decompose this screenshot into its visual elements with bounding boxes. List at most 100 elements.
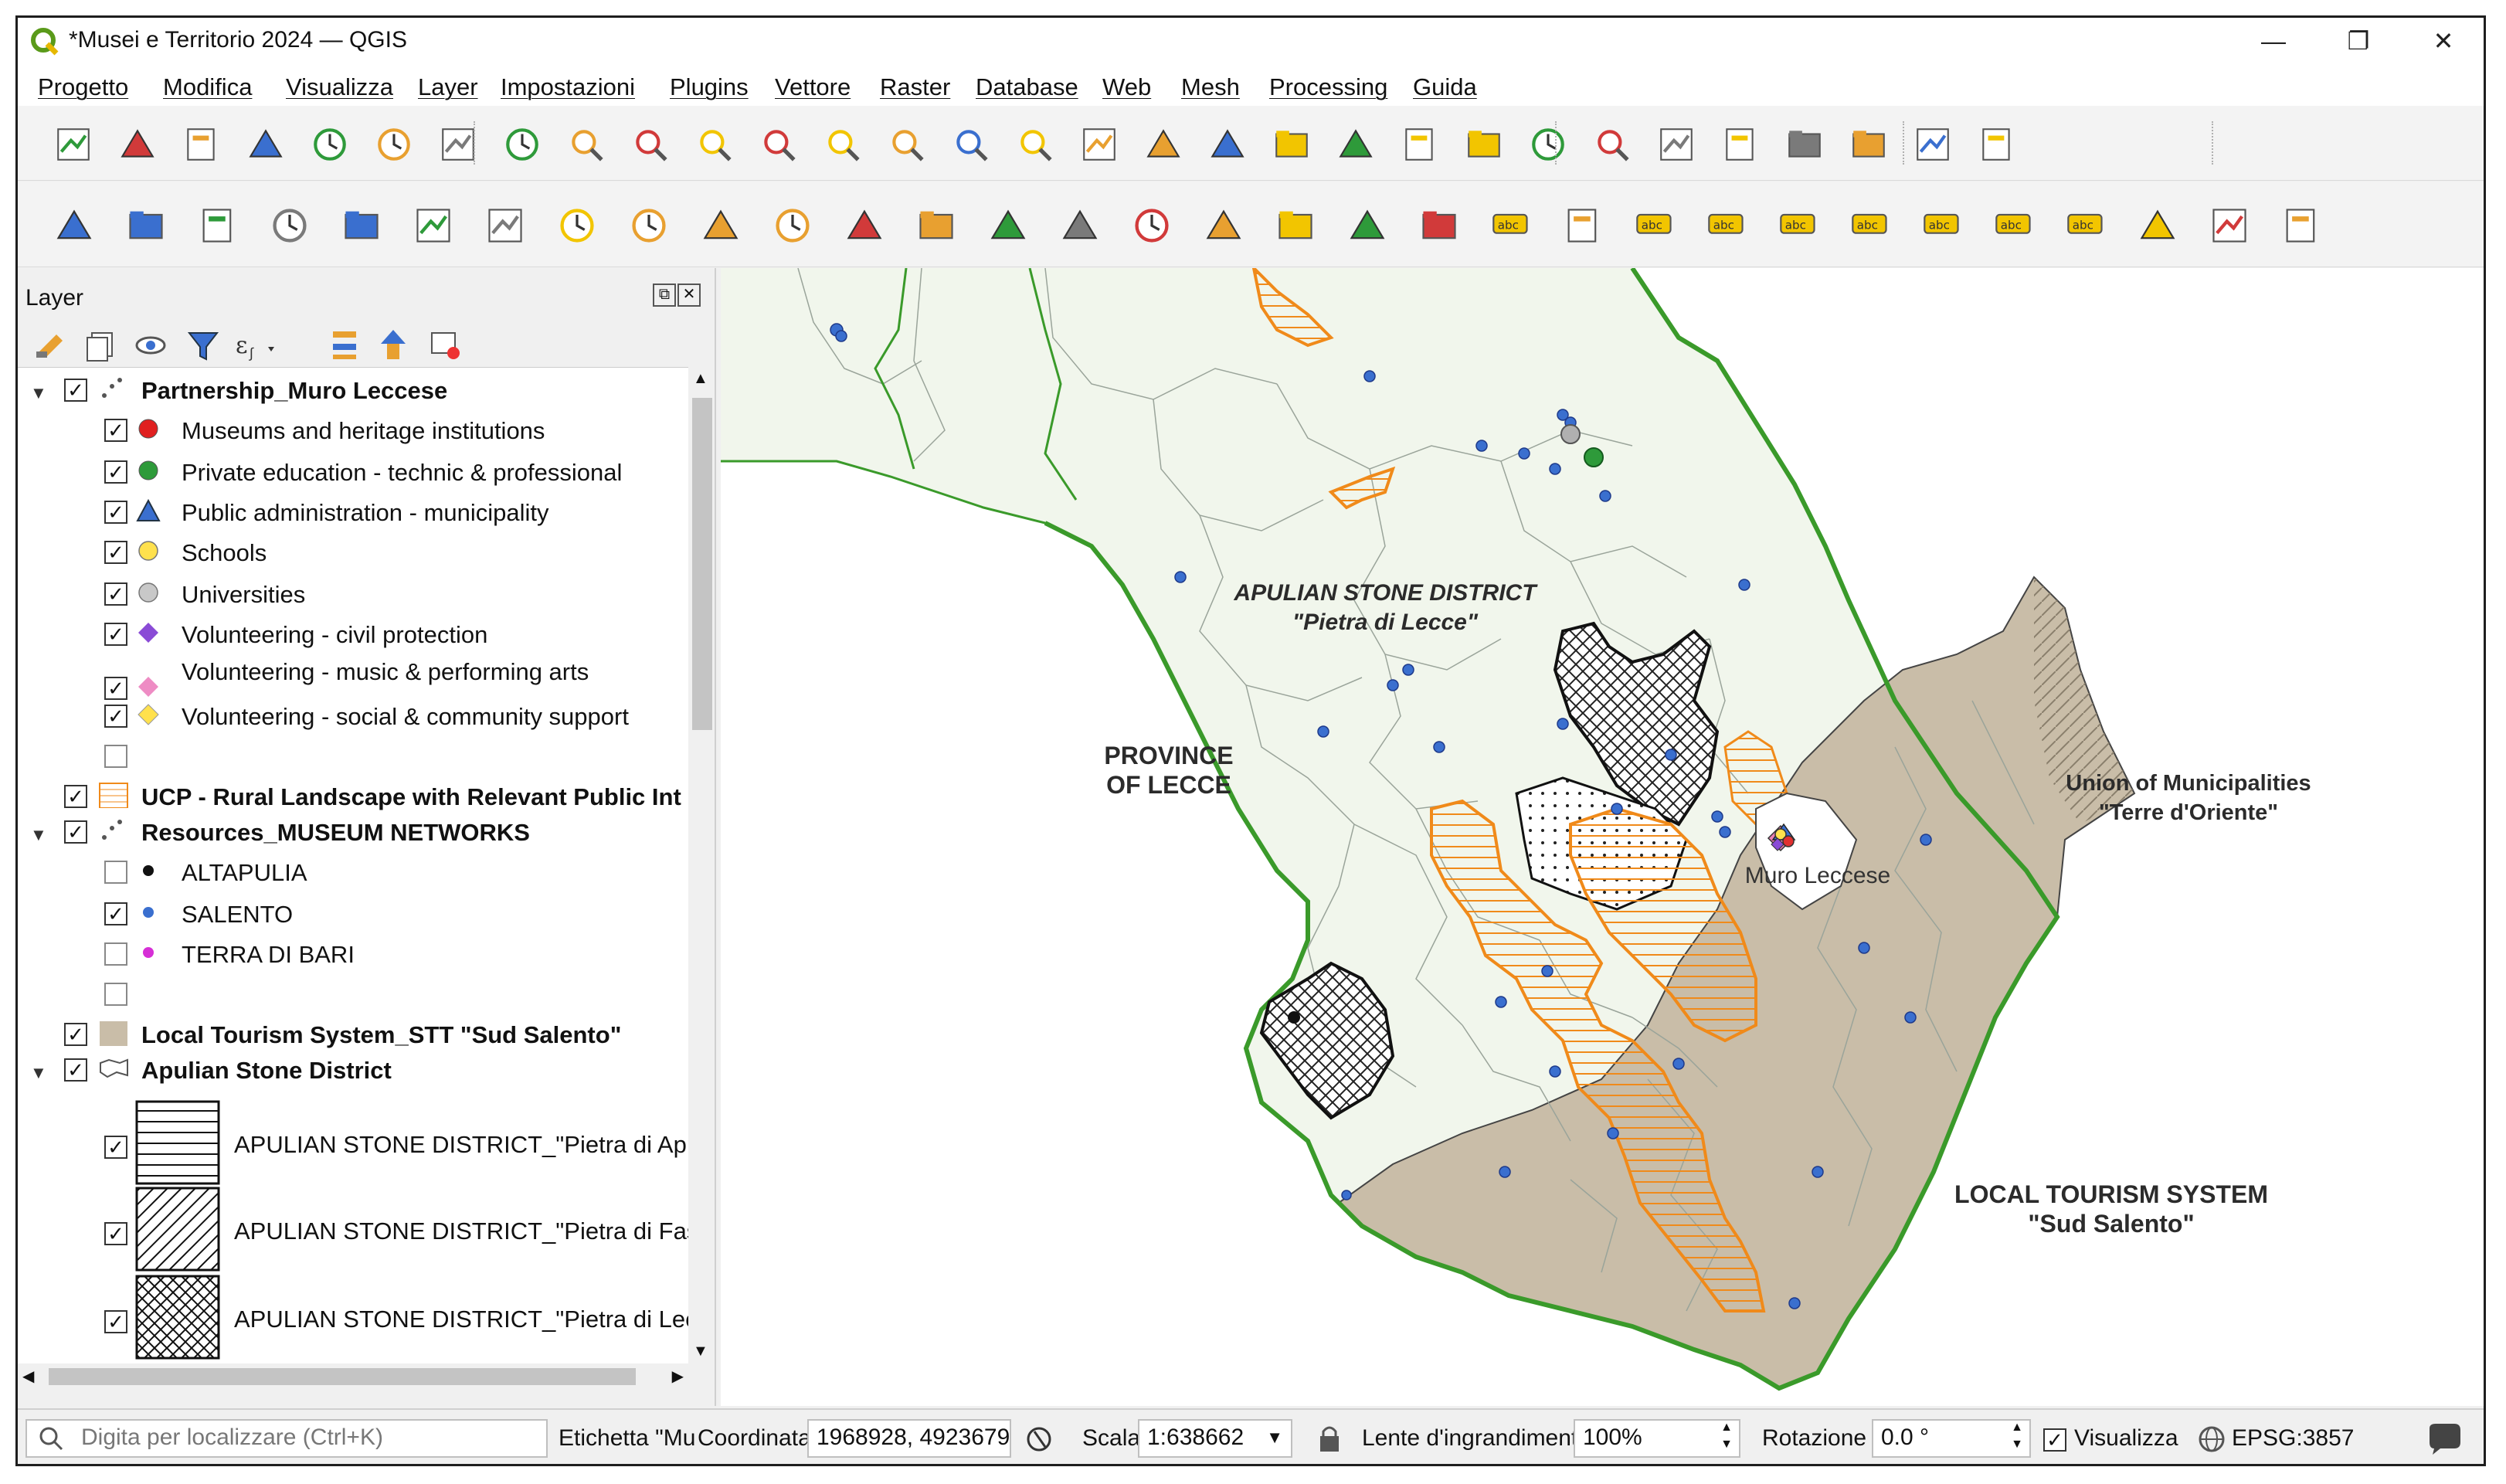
layer-visibility-checkbox[interactable]: ✓ (104, 460, 127, 484)
refresh-icon[interactable] (1272, 124, 1312, 165)
menu-plugins[interactable]: Plugins (670, 73, 749, 101)
layer-visibility-checkbox[interactable]: ✓ (104, 1222, 127, 1245)
coordinate-field[interactable]: 1968928, 4923679 (807, 1419, 1011, 1458)
legend-item[interactable]: TERRA DI BARI (18, 939, 688, 970)
layer-row[interactable]: ✓ UCP - Rural Landscape with Relevant Pub… (18, 782, 688, 813)
locator-search-input[interactable]: Digita per localizzare (Ctrl+K) (25, 1419, 548, 1458)
rotate-label-icon[interactable]: abc (1921, 205, 1963, 246)
measure-icon[interactable] (1913, 124, 1953, 165)
restore-button[interactable]: ❐ (2328, 24, 2389, 58)
close-panel-button[interactable]: ✕ (677, 284, 701, 307)
print-layout-icon[interactable] (310, 124, 350, 165)
filter-expression-icon[interactable]: ε ∫ (236, 332, 274, 361)
new-project-icon[interactable] (53, 124, 93, 165)
temporal-icon[interactable] (1207, 124, 1248, 165)
layer-visibility-checkbox[interactable]: ✓ (104, 623, 127, 646)
select-location-icon[interactable] (1528, 124, 1568, 165)
crs-button[interactable]: EPSG:3857 (2232, 1425, 2354, 1452)
menu-impostazioni[interactable]: Impostazioni (501, 73, 635, 101)
legend-item[interactable] (18, 742, 688, 773)
change-label-icon[interactable]: abc (1993, 205, 2035, 246)
menu-progetto[interactable]: Progetto (38, 73, 128, 101)
zoom-last-icon[interactable] (951, 124, 991, 165)
diagram-icon[interactable] (1562, 205, 1604, 246)
layer-visibility-checkbox[interactable]: ✓ (104, 1136, 127, 1159)
menu-raster[interactable]: Raster (880, 73, 950, 101)
legend-item[interactable]: ✓ Volunteering - civil protection (18, 620, 688, 650)
paste-icon[interactable] (1275, 205, 1316, 246)
style-manager-icon[interactable] (374, 124, 414, 165)
redo-icon[interactable] (1418, 205, 1460, 246)
new-temp-layer-icon[interactable] (484, 205, 526, 246)
copy-icon[interactable] (1203, 205, 1245, 246)
toggle-editing-icon[interactable] (628, 205, 670, 246)
legend-item[interactable]: ALTAPULIA (18, 857, 688, 888)
layer-visibility-checkbox[interactable] (104, 983, 127, 1006)
pan-to-selection-icon[interactable] (502, 124, 542, 165)
layer-visibility-checkbox[interactable]: ✓ (104, 705, 127, 728)
zoom-out-icon[interactable] (630, 124, 671, 165)
remove-layer-icon[interactable] (431, 332, 460, 359)
menu-mesh[interactable]: Mesh (1181, 73, 1240, 101)
zoom-to-selection-icon[interactable] (759, 124, 799, 165)
expand-arrow-icon[interactable]: ▼ (30, 383, 47, 403)
menu-visualizza[interactable]: Visualizza (286, 73, 393, 101)
label-tool-icon[interactable]: abc (1490, 205, 1532, 246)
layer-row[interactable]: ▼ ✓ Apulian Stone District (18, 1055, 688, 1086)
layer-visibility-checkbox[interactable]: ✓ (64, 1058, 87, 1082)
legend-item[interactable]: ✓ Museums and heritage institutions (18, 416, 688, 447)
new-virtual-layer-icon[interactable] (341, 205, 382, 246)
map-canvas[interactable]: APULIAN STONE DISTRICT "Pietra di Lecce" … (721, 268, 2484, 1406)
cut-icon[interactable] (1131, 205, 1173, 246)
select-features-icon[interactable] (1336, 124, 1376, 165)
layer-visibility-checkbox[interactable]: ✓ (104, 582, 127, 606)
pan-icon[interactable] (438, 124, 478, 165)
label-props-icon[interactable]: abc (2065, 205, 2107, 246)
scale-combobox[interactable]: 1:638662 ▼ (1138, 1419, 1292, 1458)
digitize-icon[interactable] (772, 205, 813, 246)
modify-attributes-icon[interactable] (987, 205, 1029, 246)
legend-item[interactable]: ✓ Schools (18, 538, 688, 569)
layer-visibility-checkbox[interactable]: ✓ (64, 785, 87, 808)
layer-visibility-checkbox[interactable]: ✓ (104, 419, 127, 442)
render-checkbox[interactable]: ✓ (2043, 1428, 2066, 1452)
new-bookmark-icon[interactable] (1079, 124, 1119, 165)
show-label-icon[interactable]: abc (1849, 205, 1891, 246)
attribute-table-icon[interactable] (1400, 124, 1440, 165)
legend-item[interactable] (18, 980, 688, 1010)
attribute-form-icon[interactable] (1849, 124, 1889, 165)
legend-item[interactable]: ✓ Universities (18, 579, 688, 610)
save-project-icon[interactable] (182, 124, 222, 165)
undo-icon[interactable] (1346, 205, 1388, 246)
menu-vettore[interactable]: Vettore (775, 73, 851, 101)
edits-icon[interactable] (556, 205, 598, 246)
zoom-to-layer-icon[interactable] (823, 124, 863, 165)
pin-label-icon[interactable]: abc (1634, 205, 1676, 246)
mouse-cursor-toggle-icon[interactable] (1022, 1422, 1056, 1456)
layer-styling-icon[interactable] (36, 334, 63, 358)
layer-tree-horizontal-scrollbar[interactable]: ◀ ▶ (18, 1363, 688, 1391)
layer-visibility-checkbox[interactable] (104, 745, 127, 768)
message-log-icon[interactable] (2426, 1422, 2462, 1456)
legend-item[interactable]: ✓ SALENTO (18, 899, 688, 930)
menu-processing[interactable]: Processing (1269, 73, 1387, 101)
data-source-manager-icon[interactable] (53, 205, 95, 246)
show-bookmarks-icon[interactable] (1143, 124, 1183, 165)
deselect-icon[interactable] (1464, 124, 1504, 165)
open-project-icon[interactable] (117, 124, 158, 165)
identify-icon[interactable] (1592, 124, 1632, 165)
collapse-all-icon[interactable] (381, 330, 406, 359)
statistics-icon[interactable] (1656, 124, 1696, 165)
highlight-label-icon[interactable]: abc (1706, 205, 1747, 246)
legend-item[interactable]: ✓ Private education - technic & professio… (18, 457, 688, 488)
move-label-icon[interactable]: abc (1778, 205, 1819, 246)
expand-arrow-icon[interactable]: ▼ (30, 825, 47, 845)
float-panel-button[interactable]: ⧉ (653, 284, 676, 307)
layer-visibility-checkbox[interactable]: ✓ (104, 677, 127, 700)
delete-selected-icon[interactable] (1059, 205, 1101, 246)
metasearch-icon[interactable] (2137, 205, 2178, 246)
rotation-spinbox[interactable]: 0.0 ° ▲ ▼ (1872, 1419, 2031, 1458)
new-shapefile-icon[interactable] (197, 205, 239, 246)
legend-item[interactable]: ✓ APULIAN STONE DISTRICT_"Pietra di Apri (18, 1100, 688, 1185)
legend-item[interactable]: ✓ Volunteering - music & performing arts (18, 658, 688, 706)
